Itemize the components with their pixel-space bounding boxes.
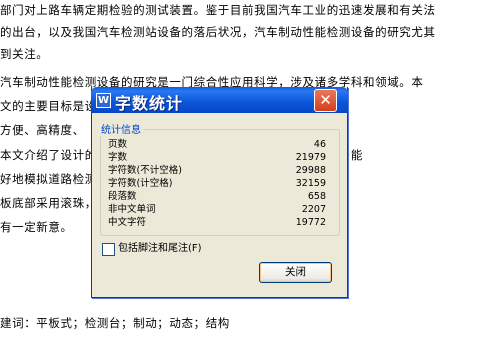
stat-label: 字数 [108,152,128,163]
document-line: 到关注。 [0,47,49,61]
stat-value: 19772 [295,217,326,228]
stat-value: 29988 [295,165,326,176]
stat-label: 非中文单词 [108,204,156,215]
stat-value: 32159 [295,178,326,189]
stat-value: 2207 [301,204,326,215]
stat-label: 段落数 [108,191,137,202]
stat-label: 页数 [108,139,128,150]
word-count-dialog: W 字数统计 ✕ 统计信息 页数 46 字数 21979 字符数(不计空格) 2… [91,87,348,298]
document-line: 的出台，以及我国汽车检测站设备的落后状况，汽车制动性能检测设备的研究尤其 [0,25,436,39]
statistics-group-title: 统计信息 [99,121,143,136]
stat-row-chars-no-spaces: 字符数(不计空格) 29988 [108,164,326,178]
stat-row-non-chinese-words: 非中文单词 2207 [108,203,326,217]
document-keywords: 建词：平板式；检测台；制动；动态；结构 [0,316,230,330]
stat-value: 46 [313,139,326,150]
document-line: 部门对上路车辆定期检验的测试装置。鉴于目前我国汽车工业的迅速发展和有关法 [0,3,436,17]
stat-row-words: 字数 21979 [108,151,326,165]
document-line: 方便、高精度、 [0,123,85,137]
stat-label: 字符数(计空格) [108,178,173,189]
dialog-titlebar[interactable]: W 字数统计 ✕ [91,87,348,113]
include-footnotes-label[interactable]: 包括脚注和尾注(F) [118,242,202,256]
stat-label: 字符数(不计空格) [108,165,182,176]
dialog-title: 字数统计 [115,94,184,113]
word-app-icon: W [96,93,111,108]
close-button[interactable]: 关闭 [259,262,332,283]
stat-row-pages: 页数 46 [108,138,326,152]
stat-value: 21979 [295,152,326,163]
close-icon[interactable]: ✕ [314,89,337,112]
document-line: 有一定新意。 [0,220,73,234]
stat-row-chinese-chars: 中文字符 19772 [108,216,326,230]
stat-label: 中文字符 [108,217,147,228]
include-footnotes-checkbox[interactable] [102,243,115,256]
stat-value: 658 [307,191,326,202]
stat-row-paragraphs: 段落数 658 [108,190,326,204]
stat-row-chars-with-spaces: 字符数(计空格) 32159 [108,177,326,191]
